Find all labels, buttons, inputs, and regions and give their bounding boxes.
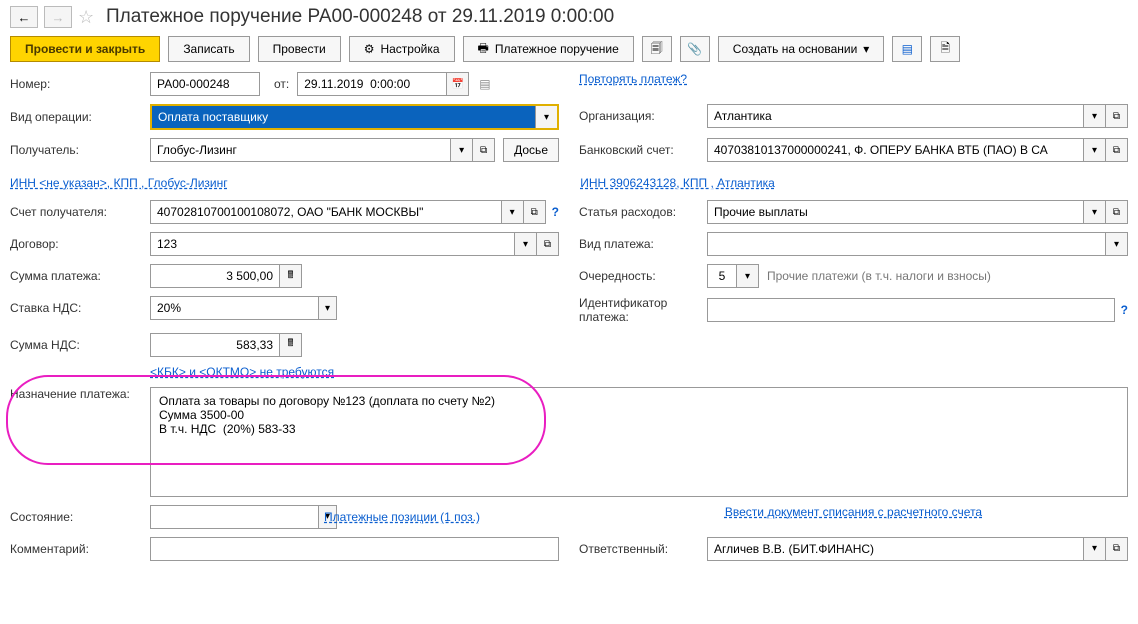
calculator-icon: 🖩 <box>288 268 294 285</box>
dossier-button[interactable]: Досье <box>503 138 559 162</box>
recip-account-input[interactable] <box>150 200 502 224</box>
op-type-label: Вид операции: <box>10 110 150 124</box>
documents-icon: 🗐 <box>651 39 663 60</box>
writeoff-link[interactable]: Ввести документ списания с расчетного сч… <box>725 505 982 519</box>
recipient-dropdown[interactable]: ▾ <box>451 138 473 162</box>
purpose-label: Назначение платежа: <box>10 387 150 401</box>
save-button[interactable]: Записать <box>168 36 249 62</box>
pay-id-help[interactable]: ? <box>1121 303 1128 317</box>
calendar-icon: 📅 <box>452 79 464 90</box>
recip-account-dropdown[interactable]: ▾ <box>502 200 524 224</box>
recipient-label: Получатель: <box>10 143 150 157</box>
from-label: от: <box>274 77 289 91</box>
vat-sum-label: Сумма НДС: <box>10 338 150 352</box>
vat-rate-input[interactable] <box>150 296 319 320</box>
nav-back-button[interactable]: ← <box>10 6 38 28</box>
priority-dropdown[interactable]: ▾ <box>737 264 759 288</box>
comment-input[interactable] <box>150 537 559 561</box>
date-input[interactable] <box>297 72 447 96</box>
paperclip-icon: 📎 <box>687 42 702 56</box>
report-button[interactable]: ▤ <box>892 36 922 62</box>
purpose-textarea[interactable] <box>150 387 1128 497</box>
positions-link[interactable]: Платежные позиции (1 поз.) <box>324 510 480 524</box>
priority-hint: Прочие платежи (в т.ч. налоги и взносы) <box>767 269 991 283</box>
calculator-icon: 🖩 <box>288 336 294 353</box>
expense-item-input[interactable] <box>707 200 1084 224</box>
documents-icon-button[interactable]: 🗐 <box>642 36 672 62</box>
pay-kind-input[interactable] <box>707 232 1106 256</box>
nav-forward-button[interactable]: → <box>44 6 72 28</box>
expense-item-open[interactable]: ⧉ <box>1106 200 1128 224</box>
pay-kind-dropdown[interactable]: ▾ <box>1106 232 1128 256</box>
pay-id-label: Идентификатор платежа: <box>579 296 707 325</box>
repeat-payment-link[interactable]: Повторять платеж? <box>579 72 687 86</box>
recip-account-help[interactable]: ? <box>552 205 559 219</box>
responsible-label: Ответственный: <box>579 542 707 556</box>
recipient-open[interactable]: ⧉ <box>473 138 495 162</box>
post-and-close-button[interactable]: Провести и закрыть <box>10 36 160 62</box>
vat-rate-label: Ставка НДС: <box>10 301 150 315</box>
recip-account-open[interactable]: ⧉ <box>524 200 546 224</box>
bank-acc-input[interactable] <box>707 138 1084 162</box>
bank-acc-label: Банковский счет: <box>579 143 707 157</box>
contract-label: Договор: <box>10 237 150 251</box>
print-payment-button[interactable]: 🖶Платежное поручение <box>463 36 634 62</box>
vat-rate-dropdown[interactable]: ▾ <box>319 296 337 320</box>
recip-account-label: Счет получателя: <box>10 205 150 219</box>
responsible-input[interactable] <box>707 537 1084 561</box>
org-open[interactable]: ⧉ <box>1106 104 1128 128</box>
bank-acc-open[interactable]: ⧉ <box>1106 138 1128 162</box>
chevron-down-icon: ▾ <box>863 42 869 56</box>
settings-button[interactable]: ⚙Настройка <box>349 36 455 62</box>
pay-sum-input[interactable] <box>150 264 280 288</box>
favorite-star-icon[interactable]: ☆ <box>78 8 96 26</box>
vat-sum-input[interactable] <box>150 333 280 357</box>
state-label: Состояние: <box>10 510 150 524</box>
create-based-on-button[interactable]: Создать на основании ▾ <box>718 36 885 62</box>
priority-label: Очередность: <box>579 269 707 283</box>
calendar-button[interactable]: 📅 <box>447 72 469 96</box>
pay-sum-calc[interactable]: 🖩 <box>280 264 302 288</box>
contract-open[interactable]: ⧉ <box>537 232 559 256</box>
pay-id-input[interactable] <box>707 298 1115 322</box>
pay-kind-label: Вид платежа: <box>579 237 707 251</box>
inn-right-link[interactable]: ИНН 3906243128, КПП , Атлантика <box>580 176 1128 190</box>
expense-item-label: Статья расходов: <box>579 205 707 219</box>
kbk-link[interactable]: <КБК> и <ОКТМО> не требуются <box>150 365 334 379</box>
org-label: Организация: <box>579 109 707 123</box>
org-input[interactable] <box>707 104 1084 128</box>
pay-sum-label: Сумма платежа: <box>10 269 150 283</box>
op-type-dropdown[interactable]: ▾ <box>535 106 557 128</box>
structure-button[interactable]: 🗎 <box>930 36 960 62</box>
number-input[interactable] <box>150 72 260 96</box>
responsible-open[interactable]: ⧉ <box>1106 537 1128 561</box>
gear-icon: ⚙ <box>364 42 375 56</box>
page-title: Платежное поручение РА00-000248 от 29.11… <box>106 6 614 28</box>
state-input[interactable] <box>150 505 319 529</box>
responsible-dropdown[interactable]: ▾ <box>1084 537 1106 561</box>
structure-icon: 🗎 <box>940 39 950 60</box>
expense-item-dropdown[interactable]: ▾ <box>1084 200 1106 224</box>
contract-dropdown[interactable]: ▾ <box>515 232 537 256</box>
vat-sum-calc[interactable]: 🖩 <box>280 333 302 357</box>
priority-input[interactable] <box>707 264 737 288</box>
recipient-input[interactable] <box>150 138 451 162</box>
number-label: Номер: <box>10 77 150 91</box>
bank-acc-dropdown[interactable]: ▾ <box>1084 138 1106 162</box>
op-type-input[interactable]: Оплата поставщику <box>152 106 535 128</box>
contract-input[interactable] <box>150 232 515 256</box>
comment-label: Комментарий: <box>10 542 150 556</box>
inn-left-link[interactable]: ИНН <не указан>, КПП , Глобус-Лизинг <box>10 176 228 190</box>
org-dropdown[interactable]: ▾ <box>1084 104 1106 128</box>
printer-icon: 🖶 <box>478 39 489 60</box>
attach-button[interactable]: 📎 <box>680 36 710 62</box>
post-button[interactable]: Провести <box>258 36 341 62</box>
report-icon: ▤ <box>902 42 913 56</box>
list-icon[interactable]: ▤ <box>479 77 490 91</box>
